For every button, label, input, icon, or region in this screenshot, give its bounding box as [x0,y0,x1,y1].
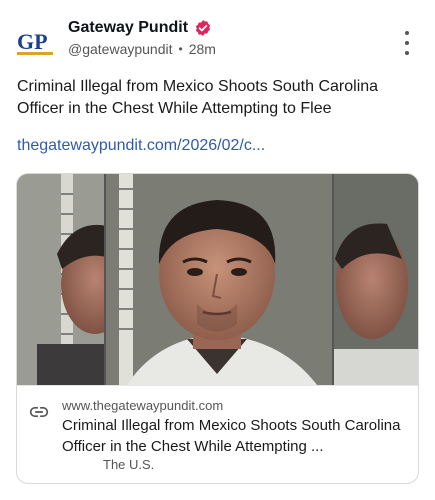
link-card-title: Criminal Illegal from Mexico Shoots Sout… [62,417,401,455]
more-vertical-icon[interactable] [397,31,417,55]
post-text: Criminal Illegal from Mexico Shoots Sout… [17,78,379,117]
post-card: GP Gateway Pundit @gatewaypundit • 28m C… [0,0,435,500]
link-icon [29,407,49,417]
meta-separator: • [178,42,183,56]
gateway-pundit-logo: GP [17,29,53,55]
author-avatar[interactable]: GP [14,24,58,60]
svg-text:GP: GP [17,29,48,54]
link-card-source: The U.S. [103,457,155,472]
verified-badge-icon [195,20,211,36]
link-card-footer: www.thegatewaypundit.com Criminal Illega… [17,385,418,483]
link-card-domain: www.thegatewaypundit.com [62,398,224,413]
link-preview-card[interactable]: www.thegatewaypundit.com Criminal Illega… [16,173,419,484]
author-meta-row: @gatewaypundit • 28m [68,41,216,57]
author-handle[interactable]: @gatewaypundit [68,41,173,57]
author-name-row: Gateway Pundit [68,19,212,37]
mugshot-photo [17,174,418,385]
post-timestamp[interactable]: 28m [189,41,216,57]
author-display-name[interactable]: Gateway Pundit [68,19,188,37]
post-link[interactable]: thegatewaypundit.com/2026/02/c... [17,137,265,155]
